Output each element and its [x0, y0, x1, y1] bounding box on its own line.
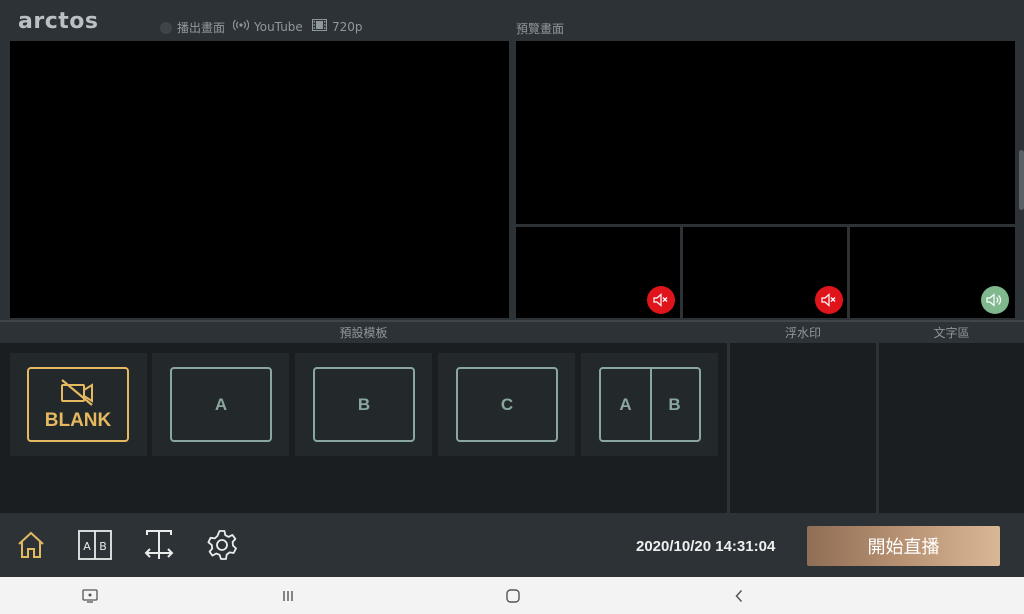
templates-label: 預設模板: [339, 325, 388, 340]
split-divider: [650, 369, 652, 440]
recent-apps-icon[interactable]: [278, 587, 298, 605]
template-a-label: A: [214, 394, 228, 414]
platform-label: YouTube: [254, 19, 303, 34]
audio-muted-button[interactable]: [815, 286, 843, 314]
template-a[interactable]: A: [152, 353, 289, 456]
output-label: 播出畫面: [177, 21, 226, 35]
svg-text:B: B: [99, 540, 107, 553]
broadcast-icon: [232, 19, 250, 34]
start-live-button[interactable]: 開始直播: [807, 526, 1000, 566]
screen-mirror-icon[interactable]: [80, 587, 100, 605]
template-c-label: C: [500, 394, 514, 414]
template-ab-right-label: B: [668, 394, 681, 414]
text-area-label: 文字區: [933, 325, 970, 340]
edge-scroll-handle[interactable]: [1019, 150, 1024, 210]
datetime-display: 2020/10/20 14:31:04: [636, 538, 776, 555]
panel-divider: [0, 320, 1024, 322]
bottom-toolbar: AB 2020/10/20 14:31:04 開始直播: [0, 514, 1024, 577]
output-status: 播出畫面: [160, 19, 225, 36]
source-1[interactable]: [516, 227, 680, 318]
platform-status: YouTube: [232, 19, 303, 34]
template-b-label: B: [357, 394, 371, 414]
app-logo: arctos: [18, 9, 99, 34]
template-b[interactable]: B: [295, 353, 432, 456]
camera-off-icon: [58, 378, 98, 411]
audio-active-button[interactable]: [981, 286, 1009, 314]
resolution-label: 720p: [332, 19, 363, 34]
template-ab[interactable]: A B: [581, 353, 718, 456]
source-3[interactable]: [850, 227, 1015, 318]
template-blank-label: BLANK: [44, 410, 112, 431]
gear-icon[interactable]: [205, 528, 239, 562]
text-area-header: 文字區: [879, 321, 1024, 343]
template-ab-left-label: A: [619, 394, 632, 414]
back-nav-icon[interactable]: [729, 587, 749, 605]
text-area-panel[interactable]: [879, 343, 1024, 513]
template-c[interactable]: C: [438, 353, 575, 456]
home-icon[interactable]: [14, 528, 48, 562]
top-bar: arctos 播出畫面 YouTube 720p 預覽畫面: [0, 0, 1024, 40]
template-blank-frame: BLANK: [27, 367, 129, 442]
output-screen[interactable]: [10, 41, 509, 318]
preview-label: 預覽畫面: [516, 22, 565, 36]
svg-text:A: A: [83, 540, 91, 553]
preview-screen[interactable]: [516, 41, 1015, 224]
template-c-frame: C: [456, 367, 558, 442]
templates-header: 預設模板: [0, 321, 727, 343]
watermark-label: 浮水印: [784, 325, 821, 340]
resolution-status: 720p: [312, 19, 363, 34]
audio-muted-button[interactable]: [647, 286, 675, 314]
text-resize-icon[interactable]: [142, 528, 176, 562]
source-2[interactable]: [683, 227, 847, 318]
template-ab-frame: A B: [599, 367, 701, 442]
layout-ab-icon[interactable]: AB: [78, 528, 112, 562]
home-nav-icon[interactable]: [503, 587, 523, 605]
film-icon: [312, 19, 327, 34]
template-a-frame: A: [170, 367, 272, 442]
watermark-panel[interactable]: [730, 343, 876, 513]
output-indicator-icon: [160, 21, 172, 34]
watermark-header: 浮水印: [730, 321, 876, 343]
app-window: arctos 播出畫面 YouTube 720p 預覽畫面 預設模板 浮水印 文…: [0, 0, 1024, 577]
system-nav-bar: [0, 577, 1024, 614]
template-b-frame: B: [313, 367, 415, 442]
template-blank[interactable]: BLANK: [10, 353, 147, 456]
